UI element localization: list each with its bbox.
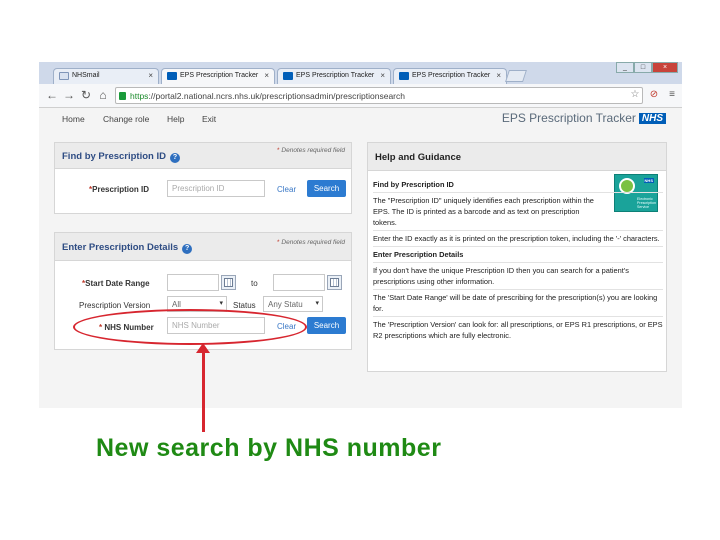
app-page: Home Change role Help Exit EPS Prescript… [39,108,682,408]
clear-link[interactable]: Clear [277,185,296,194]
top-nav: Home Change role Help Exit EPS Prescript… [39,108,682,130]
close-tab-icon[interactable]: × [496,71,501,80]
required-note: * Denotes required field [277,239,345,246]
minimize-button[interactable]: _ [616,62,634,73]
tab-eps-active[interactable]: EPS Prescription Tracker × [161,68,275,85]
maximize-button[interactable]: □ [634,62,652,73]
home-icon[interactable]: ⌂ [96,88,110,102]
help-body: Find by Prescription ID The "Prescriptio… [373,179,663,341]
help-heading: Find by Prescription ID [373,180,454,189]
tab-label: EPS Prescription Tracker [412,72,491,79]
nhs-logo: NHS [638,113,666,124]
help-icon[interactable]: ? [182,244,193,254]
search-button[interactable]: Search [307,317,346,334]
help-text: If you don't have the unique Prescriptio… [373,266,629,286]
menu-icon[interactable]: ≡ [666,89,678,101]
calendar-icon[interactable] [221,275,236,290]
panel-title: Help and Guidance [375,152,462,163]
tab-label: NHSmail [72,72,100,79]
status-label: Status [233,301,256,310]
stop-icon[interactable]: ⊘ [648,89,660,101]
help-text: The "Prescription ID" uniquely identifie… [373,196,594,227]
lock-icon [119,92,126,100]
start-date-from-input[interactable] [167,274,219,291]
close-tab-icon[interactable]: × [380,71,385,80]
search-button[interactable]: Search [307,180,346,197]
new-tab-button[interactable] [505,70,527,82]
nhs-favicon-icon [167,72,177,80]
help-text: The 'Start Date Range' will be date of p… [373,293,658,313]
reload-icon[interactable]: ↻ [79,88,93,102]
panel-title-text: Enter Prescription Details [62,242,179,253]
help-icon[interactable]: ? [170,153,180,163]
status-select[interactable]: Any Statu ▾ [263,296,323,312]
tab-eps-2[interactable]: EPS Prescription Tracker × [277,68,391,84]
nav-change-role[interactable]: Change role [103,114,149,124]
tab-eps-3[interactable]: EPS Prescription Tracker × [393,68,507,84]
help-text: The 'Prescription Version' can look for:… [373,320,663,340]
mail-icon [59,72,69,80]
brand-logo: EPS Prescription Tracker NHS [502,111,666,125]
panel-title-text: Find by Prescription ID [62,151,166,162]
panel-header: Enter Prescription Details? * Denotes re… [55,233,351,261]
version-label: Prescription Version [79,301,151,310]
close-window-button[interactable]: × [652,62,678,73]
label-text: Start Date Range [85,279,150,288]
panel-header: Help and Guidance [368,143,666,171]
tab-label: EPS Prescription Tracker [180,72,259,79]
panel-title: Find by Prescription ID? [62,151,180,163]
panel-title: Enter Prescription Details? [62,242,193,254]
help-text: Enter the ID exactly as it is printed on… [373,234,660,243]
select-value: All [172,300,181,309]
back-arrow-icon[interactable]: ← [45,88,59,102]
required-note-text: Denotes required field [281,239,345,246]
chevron-down-icon: ▾ [315,300,319,307]
chevron-down-icon: ▾ [219,300,223,307]
tab-nhsmail[interactable]: NHSmail × [53,68,159,84]
nhs-favicon-icon [283,72,293,80]
label-text: Prescription ID [92,185,150,194]
nhs-favicon-icon [399,72,409,80]
url-scheme: https [130,91,149,101]
start-date-label: *Start Date Range [82,279,150,288]
close-tab-icon[interactable]: × [148,71,153,80]
close-tab-icon[interactable]: × [264,71,269,80]
required-note: * Denotes required field [277,147,345,154]
tab-label: EPS Prescription Tracker [296,72,375,79]
help-heading: Enter Prescription Details [373,250,464,259]
forward-arrow-icon[interactable]: → [62,88,76,102]
url-path: ://portal2.national.ncrs.nhs.uk/prescrip… [148,91,405,101]
start-date-to-input[interactable] [273,274,325,291]
nav-exit[interactable]: Exit [202,114,216,124]
prescription-id-input[interactable]: Prescription ID [167,180,265,197]
find-by-id-panel: Find by Prescription ID? * Denotes requi… [54,142,352,214]
calendar-icon[interactable] [327,275,342,290]
star-icon[interactable]: ☆ [629,89,641,101]
browser-window: NHSmail × EPS Prescription Tracker × EPS… [39,62,682,408]
help-panel: Help and Guidance NHS Electronic Prescri… [367,142,667,372]
nav-home[interactable]: Home [62,114,85,124]
window-controls: _ □ × [616,62,678,73]
nav-help[interactable]: Help [167,114,184,124]
browser-toolbar: ← → ↻ ⌂ https://portal2.national.ncrs.nh… [39,84,682,108]
required-note-text: Denotes required field [281,147,345,154]
slide: NHSmail × EPS Prescription Tracker × EPS… [0,0,720,540]
highlight-ellipse [73,309,307,345]
panel-header: Find by Prescription ID? * Denotes requi… [55,143,351,169]
tab-strip: NHSmail × EPS Prescription Tracker × EPS… [39,62,682,85]
annotation-caption: New search by NHS number [96,434,442,462]
arrow-line [202,350,205,432]
to-label: to [251,279,258,288]
select-value: Any Statu [268,300,303,309]
prescription-id-label: *Prescription ID [89,185,150,194]
brand-title: EPS Prescription Tracker [501,111,636,125]
address-bar[interactable]: https://portal2.national.ncrs.nhs.uk/pre… [115,87,643,104]
